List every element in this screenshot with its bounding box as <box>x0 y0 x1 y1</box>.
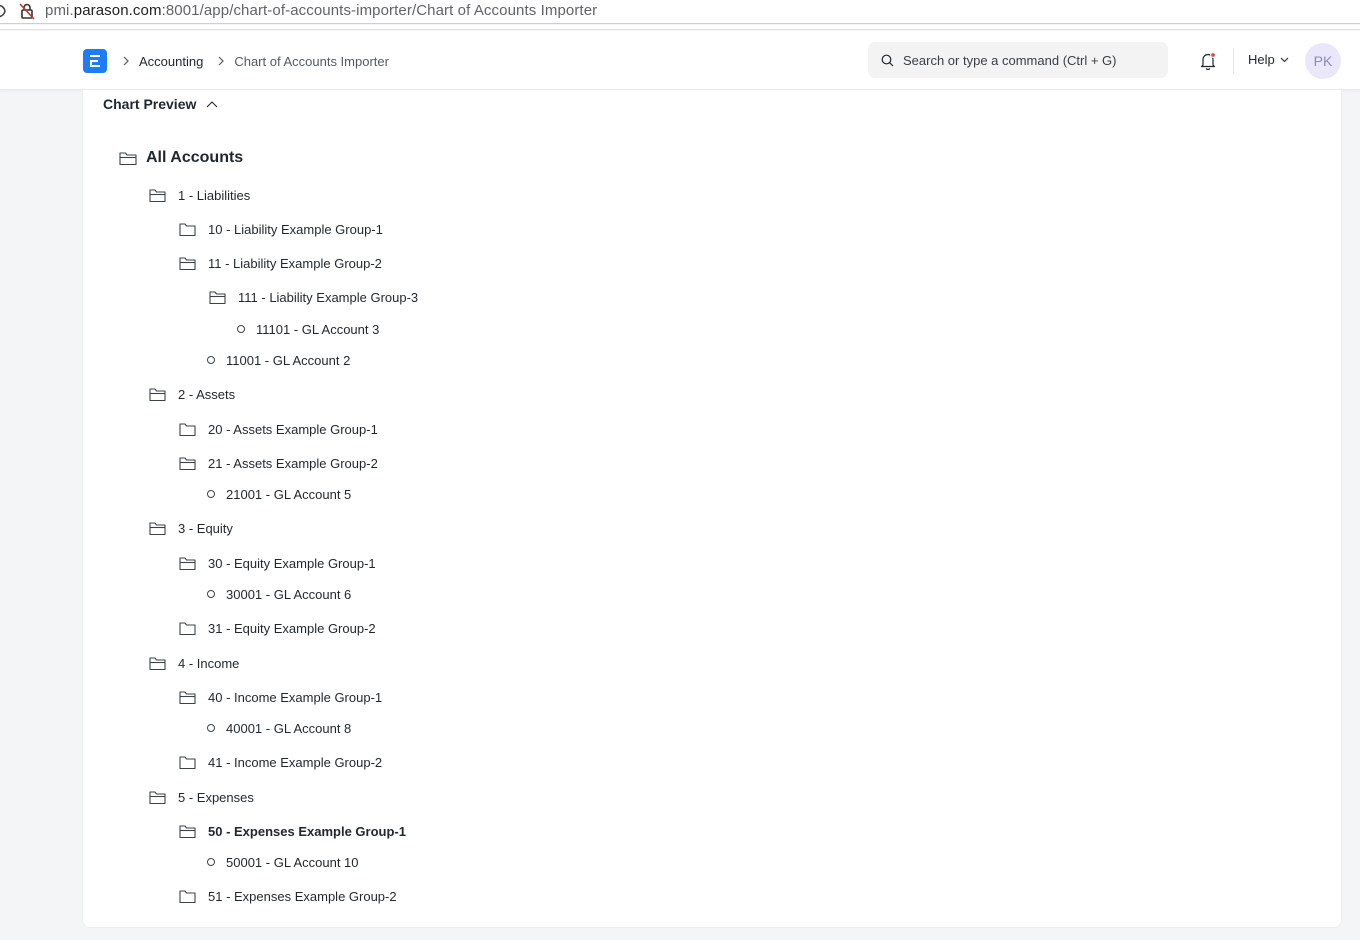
tree-node-label: 30001 - GL Account 6 <box>226 586 352 602</box>
search-input[interactable] <box>903 52 1153 68</box>
erpnext-logo-icon <box>90 55 100 67</box>
tree-leaf-account[interactable]: 21001 - GL Account 5 <box>203 484 351 504</box>
tree-node-label: 111 - Liability Example Group-3 <box>238 289 419 305</box>
tree-group-account[interactable]: 10 - Liability Example Group-1 <box>179 219 383 239</box>
leaf-account-icon <box>207 724 215 732</box>
tree-node-label: 40 - Income Example Group-1 <box>208 689 383 705</box>
folder-open-icon <box>179 690 196 704</box>
chevron-down-icon <box>1280 57 1289 62</box>
tree-node-label: 51 - Expenses Example Group-2 <box>208 888 397 904</box>
tree-node-label: 50001 - GL Account 10 <box>226 854 359 870</box>
tree-group-account[interactable]: 5 - Expenses <box>149 787 254 807</box>
tree-node-label: 11101 - GL Account 3 <box>256 321 380 337</box>
leaf-account-icon <box>237 325 245 333</box>
tree-group-account[interactable]: 40 - Income Example Group-1 <box>179 687 382 707</box>
tree-node-label: 40001 - GL Account 8 <box>226 720 352 736</box>
tree-group-account[interactable]: 41 - Income Example Group-2 <box>179 752 382 772</box>
chevron-right-icon <box>218 56 225 66</box>
url-path: :8001/app/chart-of-accounts-importer/Cha… <box>161 2 598 19</box>
leaf-account-icon <box>207 858 215 866</box>
app-logo[interactable] <box>83 49 107 73</box>
folder-icon <box>179 422 196 436</box>
tree-node-label: 20 - Assets Example Group-1 <box>208 421 378 437</box>
tree-leaf-account[interactable]: 40001 - GL Account 8 <box>203 718 351 738</box>
tree-node-label: 10 - Liability Example Group-1 <box>208 221 383 237</box>
url-host: parason.com <box>73 2 162 19</box>
leaf-account-icon <box>207 590 215 598</box>
url-text[interactable]: pmi.parason.com:8001/app/chart-of-accoun… <box>45 2 597 19</box>
chevron-up-icon[interactable] <box>206 100 218 108</box>
tree-group-account[interactable]: 1 - Liabilities <box>149 185 250 205</box>
chevron-right-icon <box>123 56 129 66</box>
tree-root-label: All Accounts <box>146 149 244 166</box>
tree-group-account[interactable]: 3 - Equity <box>149 518 233 538</box>
folder-open-icon <box>149 188 166 202</box>
folder-open-icon <box>209 290 226 304</box>
section-title: Chart Preview <box>103 96 197 112</box>
tree-group-account[interactable]: 2 - Assets <box>149 384 235 404</box>
tree-node-label: 30 - Equity Example Group-1 <box>208 555 376 571</box>
folder-open-icon <box>179 824 196 838</box>
tree-group-account[interactable]: 4 - Income <box>149 653 239 673</box>
leaf-account-icon <box>207 356 215 364</box>
folder-open-icon <box>149 521 166 535</box>
tree-group-account[interactable]: 21 - Assets Example Group-2 <box>179 453 378 473</box>
folder-icon <box>179 222 196 236</box>
folder-icon <box>179 755 196 769</box>
tree-node-label: 21001 - GL Account 5 <box>226 486 352 502</box>
folder-open-icon <box>149 790 166 804</box>
help-dropdown[interactable]: Help <box>1248 52 1289 67</box>
avatar-initials: PK <box>1313 53 1333 69</box>
shield-icon <box>0 4 6 18</box>
folder-icon <box>179 889 196 903</box>
tree-node-label: 41 - Income Example Group-2 <box>208 754 383 770</box>
notification-bell-icon[interactable] <box>1199 51 1217 71</box>
tree-group-account[interactable]: 11 - Liability Example Group-2 <box>179 253 382 273</box>
url-prefix: pmi. <box>45 2 74 19</box>
tree-group-account[interactable]: 50 - Expenses Example Group-1 <box>179 821 406 841</box>
tree-node-label: 31 - Equity Example Group-2 <box>208 620 376 636</box>
app-navbar: Accounting Chart of Accounts Importer He… <box>0 31 1360 90</box>
tree-group-account[interactable]: 20 - Assets Example Group-1 <box>179 419 378 439</box>
tree-root[interactable]: All Accounts <box>119 148 243 168</box>
chart-preview-card: Chart Preview All Accounts 1 - Liabiliti… <box>82 90 1342 928</box>
help-label: Help <box>1248 52 1275 67</box>
browser-url-bar[interactable]: pmi.parason.com:8001/app/chart-of-accoun… <box>0 0 1360 24</box>
search-icon <box>881 54 894 66</box>
tree-leaf-account[interactable]: 11101 - GL Account 3 <box>233 319 379 339</box>
tree-leaf-account[interactable]: 11001 - GL Account 2 <box>203 350 350 370</box>
tree-group-account[interactable]: 31 - Equity Example Group-2 <box>179 618 376 638</box>
tree-node-label: 21 - Assets Example Group-2 <box>208 455 378 471</box>
navbar-divider <box>1233 48 1234 74</box>
user-avatar[interactable]: PK <box>1305 43 1341 79</box>
tree-leaf-account[interactable]: 30001 - GL Account 6 <box>203 584 351 604</box>
breadcrumb-chart-of-accounts-importer[interactable]: Chart of Accounts Importer <box>234 54 389 69</box>
tree-leaf-account[interactable]: 50001 - GL Account 10 <box>203 852 359 872</box>
browser-separator <box>0 25 1360 30</box>
tree-group-account[interactable]: 51 - Expenses Example Group-2 <box>179 886 397 906</box>
folder-open-icon <box>179 256 196 270</box>
breadcrumb-accounting[interactable]: Accounting <box>139 54 203 69</box>
folder-open-icon <box>179 456 196 470</box>
tree-group-account[interactable]: 111 - Liability Example Group-3 <box>209 287 418 307</box>
tree-node-label: 11 - Liability Example Group-2 <box>208 255 382 271</box>
folder-open-icon <box>179 556 196 570</box>
folder-icon <box>179 621 196 635</box>
search-bar[interactable] <box>868 42 1168 78</box>
tree-node-label: 1 - Liabilities <box>178 187 251 203</box>
insecure-lock-icon[interactable] <box>19 2 35 20</box>
folder-open-icon <box>119 152 137 166</box>
tree-node-label: 3 - Equity <box>178 520 233 536</box>
breadcrumb: Accounting Chart of Accounts Importer <box>120 51 401 71</box>
chart-preview-section-header[interactable]: Chart Preview <box>103 96 218 112</box>
folder-open-icon <box>149 387 166 401</box>
leaf-account-icon <box>207 490 215 498</box>
tree-group-account[interactable]: 30 - Equity Example Group-1 <box>179 553 376 573</box>
folder-open-icon <box>149 656 166 670</box>
tree-node-label: 4 - Income <box>178 655 240 671</box>
tree-node-label: 5 - Expenses <box>178 789 254 805</box>
tree-node-label: 11001 - GL Account 2 <box>226 352 351 368</box>
tree-node-label: 50 - Expenses Example Group-1 <box>208 823 406 839</box>
tree-node-label: 2 - Assets <box>178 386 236 402</box>
